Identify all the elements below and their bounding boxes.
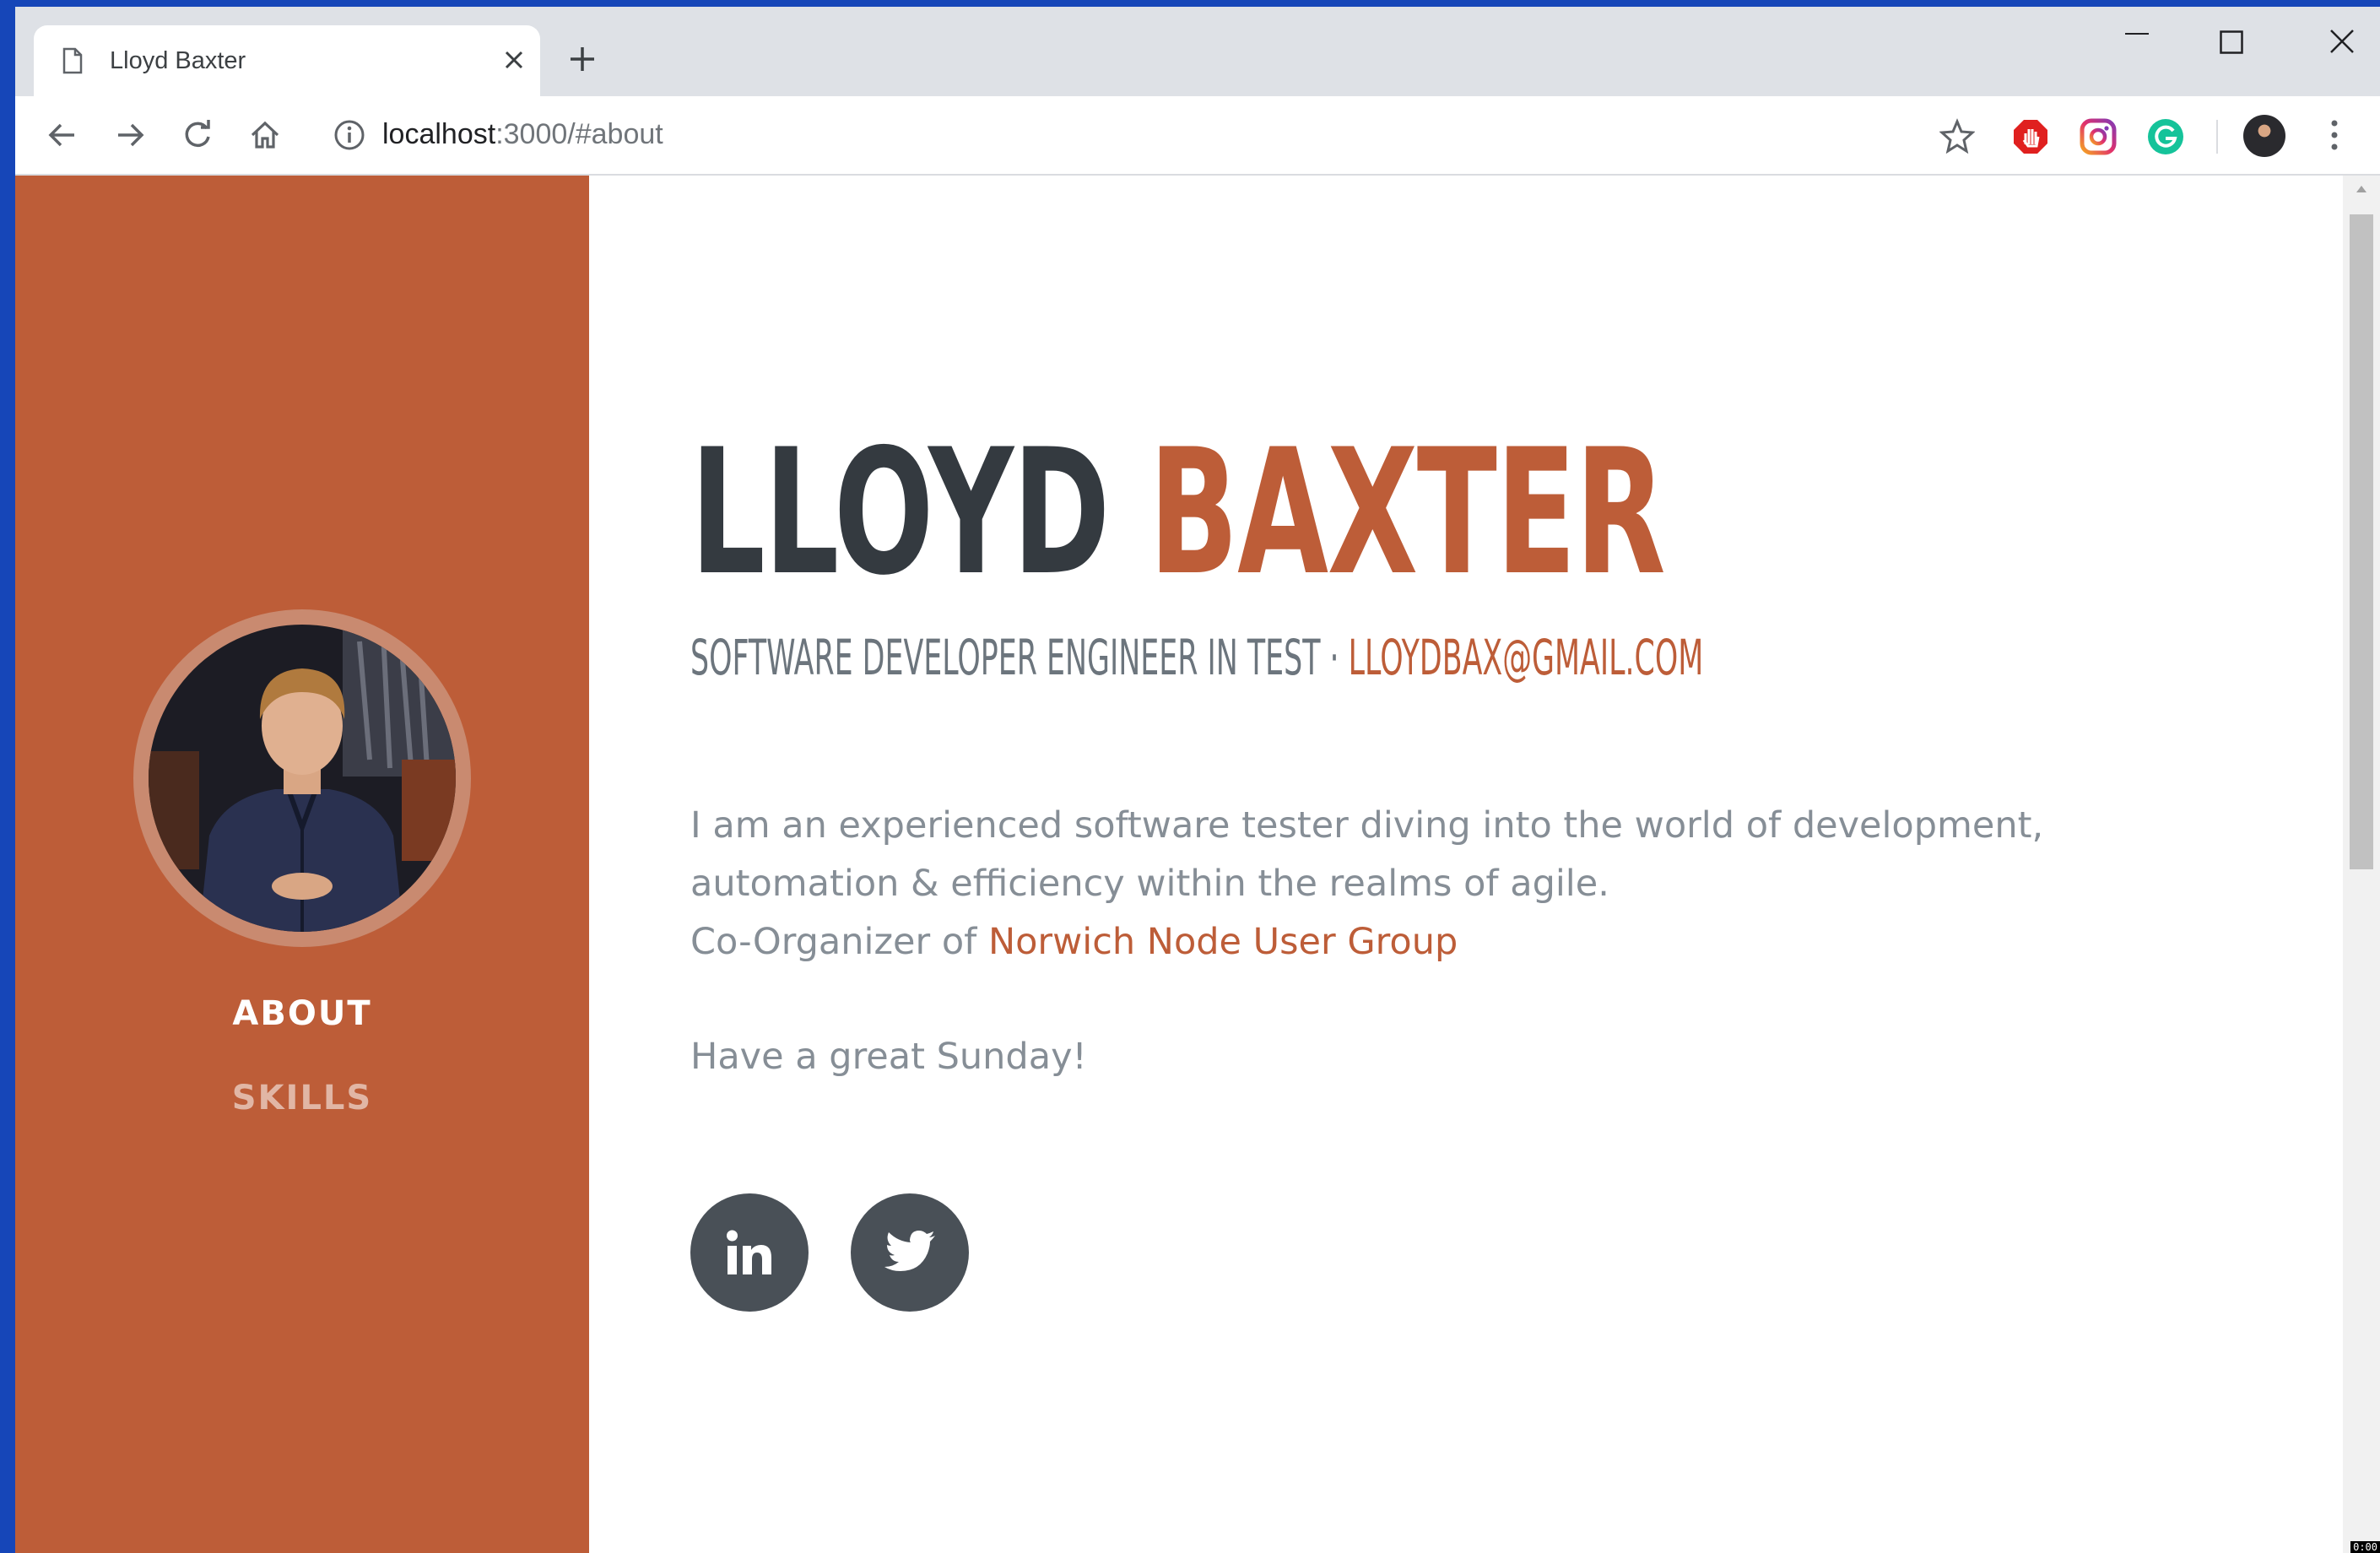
url-path: :3000/#about xyxy=(495,118,663,150)
forward-icon[interactable] xyxy=(113,118,147,152)
first-name: LLOYD xyxy=(690,413,1110,614)
tab-strip: Lloyd Baxter xyxy=(15,7,2380,96)
address-bar[interactable]: localhost:3000/#about xyxy=(382,113,663,155)
document-icon xyxy=(62,47,83,74)
corner-timestamp: 0:00 xyxy=(2350,1541,2380,1553)
bio-paragraph: I am an experienced software tester divi… xyxy=(690,797,2260,971)
nav-link-skills[interactable]: SKILLS xyxy=(15,1079,589,1117)
scrollbar-thumb[interactable] xyxy=(2350,214,2373,869)
bio-organizer-line: Co-Organizer of Norwich Node User Group xyxy=(690,913,2260,971)
browser-toolbar: localhost:3000/#about xyxy=(15,96,2380,176)
new-tab-icon[interactable] xyxy=(569,46,596,73)
profile-avatar[interactable] xyxy=(2243,115,2285,157)
reload-icon[interactable] xyxy=(181,118,214,152)
home-icon[interactable] xyxy=(248,118,282,152)
page-viewport: ABOUT SKILLS LLOYD BAXTER SOFTWARE DEVEL… xyxy=(15,176,2380,1553)
linkedin-icon xyxy=(727,1230,771,1274)
greeting-text: Have a great Sunday! xyxy=(690,1036,1087,1078)
adblock-icon[interactable] xyxy=(2012,118,2049,155)
twitter-button[interactable] xyxy=(851,1193,969,1312)
email-link[interactable]: LLOYDBAX@GMAIL.COM xyxy=(1349,629,1704,686)
toolbar-divider xyxy=(2216,120,2218,154)
sidebar: ABOUT SKILLS xyxy=(15,176,589,1553)
profile-photo-image xyxy=(149,625,456,932)
grammarly-icon[interactable] xyxy=(2147,118,2184,155)
scroll-up-arrow-icon[interactable] xyxy=(2355,184,2368,194)
url-host: localhost xyxy=(382,118,496,150)
maximize-icon[interactable] xyxy=(2220,30,2243,54)
page-title: LLOYD BAXTER xyxy=(690,420,1666,606)
menu-kebab-icon[interactable] xyxy=(2329,118,2339,152)
about-section: LLOYD BAXTER SOFTWARE DEVELOPER ENGINEER… xyxy=(690,176,2294,1553)
norwich-node-link[interactable]: Norwich Node User Group xyxy=(988,921,1458,963)
bio-text: I am an experienced software tester divi… xyxy=(690,804,2044,905)
nav-link-about[interactable]: ABOUT xyxy=(15,994,589,1033)
window-close-icon[interactable] xyxy=(2329,29,2355,54)
linkedin-button[interactable] xyxy=(690,1193,809,1312)
bookmark-star-icon[interactable] xyxy=(1939,118,1975,154)
twitter-icon xyxy=(884,1231,935,1271)
back-icon[interactable] xyxy=(46,118,79,152)
subheading: SOFTWARE DEVELOPER ENGINEER IN TEST · LL… xyxy=(690,628,1703,687)
profile-photo xyxy=(133,609,471,947)
bio-organizer-prefix: Co-Organizer of xyxy=(690,921,988,963)
instagram-icon[interactable] xyxy=(2080,118,2117,155)
browser-tab[interactable]: Lloyd Baxter xyxy=(34,25,540,96)
job-title: SOFTWARE DEVELOPER ENGINEER IN TEST · xyxy=(690,629,1349,686)
scrollbar[interactable] xyxy=(2343,176,2380,1553)
browser-window: Lloyd Baxter localhost:3000/#about ABOUT… xyxy=(15,7,2380,1553)
minimize-icon[interactable] xyxy=(2125,32,2149,35)
last-name: BAXTER xyxy=(1149,413,1665,614)
close-tab-icon[interactable] xyxy=(503,49,525,71)
tab-title: Lloyd Baxter xyxy=(110,47,246,74)
site-info-icon[interactable] xyxy=(333,118,366,152)
